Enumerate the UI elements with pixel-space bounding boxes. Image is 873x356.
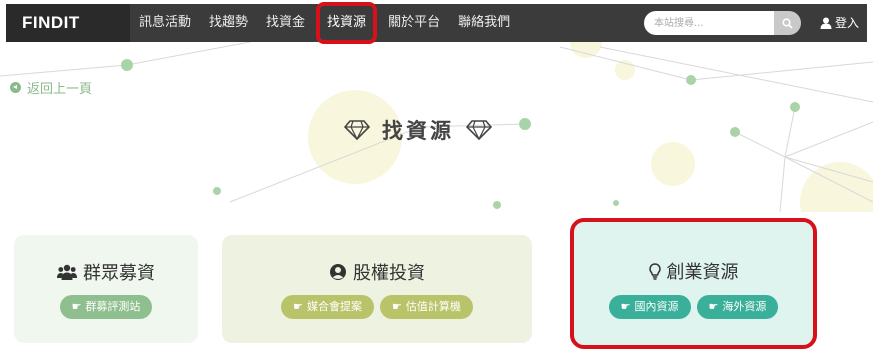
menu-item-resources[interactable]: 找資源 bbox=[316, 2, 378, 44]
back-link-label: 返回上一頁 bbox=[27, 82, 93, 97]
hand-point-icon: ☛ bbox=[293, 300, 303, 313]
menu-item-about[interactable]: 關於平台 bbox=[379, 4, 449, 42]
card-crowdfunding-header: 群眾募資 bbox=[14, 259, 198, 285]
matchmaking-pitch-button[interactable]: ☛ 媒合會提案 bbox=[281, 295, 374, 319]
highlight-annotation-box bbox=[570, 218, 817, 349]
card-crowdfunding-buttons: ☛ 群募評測站 bbox=[14, 295, 198, 319]
top-nav-bar: FINDIT 訊息活動 找趨勢 找資金 找資源 關於平台 聯絡我們 登入 bbox=[6, 2, 867, 44]
crowdfunding-review-label: 群募評測站 bbox=[85, 300, 141, 313]
back-link[interactable]: 返回上一頁 bbox=[10, 78, 92, 97]
login-link[interactable]: 登入 bbox=[820, 4, 859, 42]
matchmaking-pitch-label: 媒合會提案 bbox=[307, 300, 362, 313]
card-equity-title: 股權投資 bbox=[353, 263, 425, 284]
findit-logo[interactable]: FINDIT bbox=[6, 4, 130, 42]
card-crowdfunding-title: 群眾募資 bbox=[83, 263, 155, 284]
login-label: 登入 bbox=[835, 16, 860, 30]
menu-item-trends[interactable]: 找趨勢 bbox=[200, 4, 257, 42]
page-title: 找資源 bbox=[344, 115, 492, 145]
card-equity-investment: 股權投資 ☛ 媒合會提案 ☛ 估值計算機 bbox=[222, 235, 532, 343]
valuation-calculator-button[interactable]: ☛ 估值計算機 bbox=[380, 295, 473, 319]
menu-item-news-events[interactable]: 訊息活動 bbox=[130, 4, 200, 42]
card-equity-buttons: ☛ 媒合會提案 ☛ 估值計算機 bbox=[222, 295, 532, 319]
user-icon bbox=[820, 17, 832, 29]
search-button[interactable] bbox=[774, 11, 801, 35]
hand-point-icon: ☛ bbox=[71, 300, 82, 313]
crowdfunding-review-button[interactable]: ☛ 群募評測站 bbox=[59, 295, 153, 319]
menu-item-funding[interactable]: 找資金 bbox=[257, 4, 314, 42]
diamond-icon bbox=[466, 120, 492, 140]
valuation-calculator-label: 估值計算機 bbox=[405, 300, 461, 313]
user-circle-icon bbox=[330, 264, 346, 280]
search-input[interactable] bbox=[644, 11, 774, 35]
hand-point-icon: ☛ bbox=[392, 300, 402, 313]
search-icon bbox=[782, 17, 793, 29]
card-crowdfunding: 群眾募資 ☛ 群募評測站 bbox=[14, 235, 198, 343]
users-icon bbox=[57, 264, 77, 280]
arrow-left-circle-icon bbox=[10, 82, 21, 93]
search-box bbox=[644, 11, 801, 35]
menu-item-contact[interactable]: 聯絡我們 bbox=[449, 4, 519, 42]
diamond-icon bbox=[344, 120, 370, 140]
main-menu: 訊息活動 找趨勢 找資金 找資源 關於平台 聯絡我們 bbox=[130, 2, 519, 44]
page-title-text: 找資源 bbox=[382, 119, 454, 143]
card-equity-header: 股權投資 bbox=[222, 259, 532, 285]
